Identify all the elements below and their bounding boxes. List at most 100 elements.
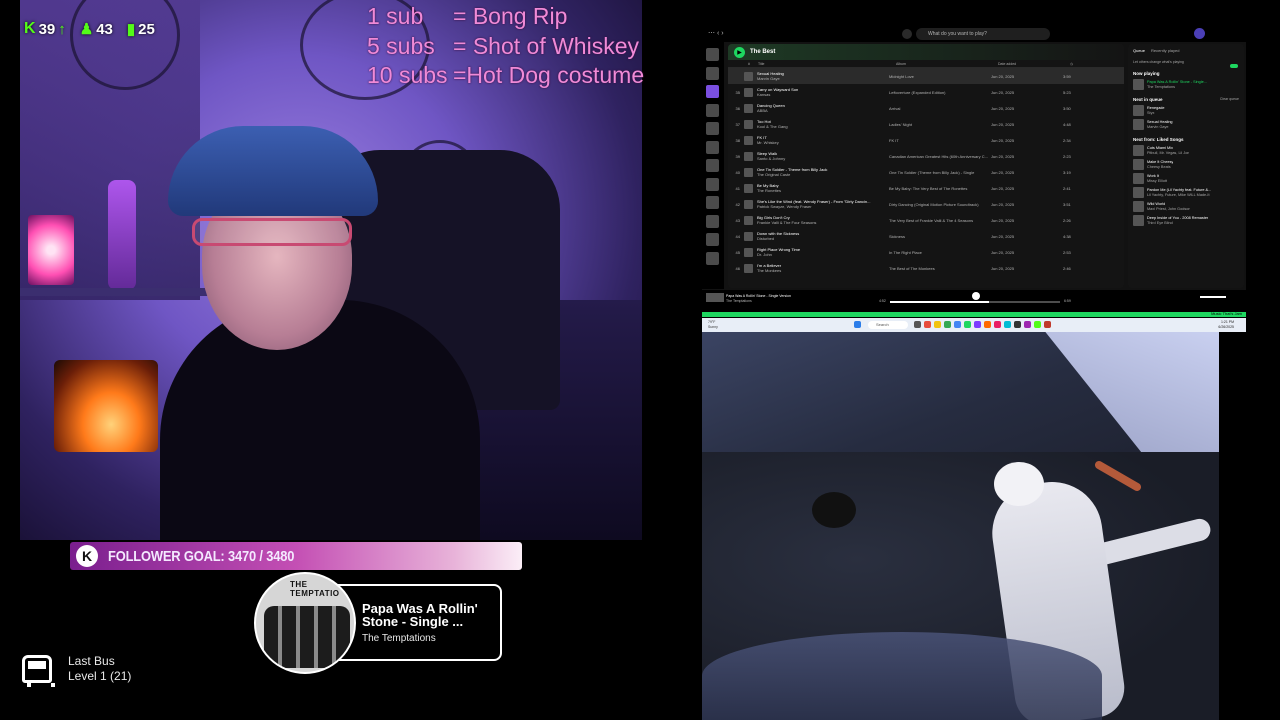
taskbar-app-icon[interactable] — [1004, 321, 1011, 328]
track-album: Canadian American Greatest Hits (60th An… — [889, 153, 988, 159]
queue-item[interactable]: Renegade Styx — [1133, 105, 1239, 116]
player-artist: The Temptations — [726, 299, 752, 303]
taskbar-app-icon[interactable] — [1044, 321, 1051, 328]
track-art — [744, 183, 753, 193]
library-tile[interactable] — [706, 66, 719, 80]
library-tile[interactable] — [706, 122, 719, 135]
track-row[interactable]: 45 Right Place Wrong Time Dr. John In The R… — [728, 244, 1124, 260]
queue-next-list: Renegade Styx Sexual Healing Marvin Gaye — [1133, 105, 1239, 130]
tab-queue[interactable]: Queue — [1133, 48, 1145, 53]
player-art — [706, 293, 724, 302]
track-duration: 4:38 — [1063, 233, 1071, 239]
taskbar-app-icon[interactable] — [914, 321, 921, 328]
taskbar-clock[interactable]: 1:21 PM 6/26/2025 — [1218, 320, 1234, 329]
track-row[interactable]: 37 Too Hot Kool & The Gang Ladies' Night Jun… — [728, 116, 1124, 132]
track-row[interactable]: 40 One Tin Soldier - Theme from Billy Jac… — [728, 164, 1124, 180]
autoplay-toggle[interactable] — [1230, 64, 1238, 68]
track-duration: 2:26 — [1063, 217, 1071, 223]
library-tile[interactable] — [706, 214, 719, 228]
col-album: Album — [896, 61, 906, 66]
track-duration: 2:53 — [1063, 249, 1071, 255]
track-row[interactable]: 42 She's Like the Wind (feat. Wendy Frase… — [728, 196, 1124, 212]
queue-item[interactable]: Cuts Miami Mix Pitbull, Mr. Vegas, Lil Jo… — [1133, 145, 1239, 156]
viewers-stat: ▮ 25 — [127, 20, 155, 39]
weather-widget[interactable]: 79°F Sunny — [708, 320, 718, 329]
library-tile[interactable] — [706, 103, 719, 117]
taskbar-app-icon[interactable] — [924, 321, 931, 328]
follower-goal-bar: K FOLLOWER GOAL: 3470 / 3480 — [70, 542, 522, 570]
library-tile[interactable] — [706, 159, 719, 172]
track-date: Jun 20, 2025 — [991, 169, 1015, 175]
taskbar-app-icon[interactable] — [1014, 321, 1021, 328]
taskbar-app-icon[interactable] — [944, 321, 951, 328]
queue-now-item[interactable]: Papa Was A Rollin' Stone - Single... The … — [1133, 79, 1239, 90]
track-number: 37 — [735, 121, 740, 127]
track-duration: 3:51 — [1063, 201, 1071, 207]
home-icon[interactable] — [902, 29, 912, 39]
player-total: 6:59 — [1064, 299, 1071, 303]
windows-start-icon[interactable] — [854, 321, 861, 328]
track-row[interactable]: 36 Dancing Queen ABBA Arrival Jun 20, 2025 3:… — [728, 100, 1124, 116]
track-row[interactable]: 35 Carry on Wayward Son Kansas Leftoverture… — [728, 84, 1124, 100]
track-art — [744, 135, 753, 145]
track-art — [744, 231, 753, 241]
arrow-up-icon: ↑ — [58, 20, 66, 38]
taskbar-search[interactable]: Search — [868, 321, 908, 329]
track-artist: Kool & The Gang — [757, 124, 788, 129]
queue-item[interactable]: Make It Cheesy Cheesy Beats — [1133, 159, 1239, 170]
taskbar-app-icon[interactable] — [994, 321, 1001, 328]
library-tile[interactable] — [706, 233, 719, 246]
queue-item[interactable]: Work It Missy Elliott — [1133, 173, 1239, 184]
volume-slider[interactable] — [1200, 296, 1226, 298]
tab-recently-played[interactable]: Recently played — [1151, 48, 1179, 53]
kick-logo-icon: K — [76, 545, 98, 567]
library-tile[interactable] — [706, 196, 719, 209]
taskbar-app-icon[interactable] — [984, 321, 991, 328]
queue-item-art — [1133, 215, 1144, 226]
library-tile[interactable] — [706, 251, 719, 265]
track-row[interactable]: 44 Down with the Sickness Disturbed Sicknes… — [728, 228, 1124, 244]
progress-bar[interactable] — [890, 301, 1060, 303]
taskbar-app-icon[interactable] — [934, 321, 941, 328]
track-row[interactable]: 38 FK IT Mr. Whiskey FK IT Jun 20, 2025 2:34 — [728, 132, 1124, 148]
clock-date: 6/26/2025 — [1218, 324, 1234, 329]
taskbar-app-icon[interactable] — [964, 321, 971, 328]
queue-item[interactable]: Deep Inside of You - 2008 Remaster Third … — [1133, 215, 1239, 226]
clear-queue-button[interactable]: Clear queue — [1220, 97, 1239, 102]
track-title: Carry on Wayward Son — [757, 87, 799, 92]
taskbar-app-icon[interactable] — [1034, 321, 1041, 328]
library-tile[interactable] — [706, 85, 719, 98]
queue-item[interactable]: Sexual Healing Marvin Gaye — [1133, 119, 1239, 130]
player-elapsed: 4:52 — [879, 299, 886, 303]
towel — [702, 632, 1102, 720]
more-options-icon[interactable]: ⋯ ‹ › — [708, 29, 724, 37]
taskbar-app-icon[interactable] — [974, 321, 981, 328]
library-tile[interactable] — [706, 177, 719, 191]
queue-item-title: Renegade — [1147, 106, 1165, 110]
dog-head — [994, 462, 1044, 506]
track-artist: Dr. John — [757, 252, 772, 257]
taskbar-app-icon[interactable] — [954, 321, 961, 328]
track-row[interactable]: 43 Big Girls Don't Cry Frankie Valli & The… — [728, 212, 1124, 228]
track-date: Jun 20, 2025 — [991, 201, 1015, 207]
queue-item[interactable]: Pardon Me (Lil Yachty feat. Future &... L… — [1133, 187, 1239, 198]
track-row[interactable]: 46 I'm a Believer The Monkees The Best of T… — [728, 260, 1124, 276]
cap — [168, 126, 378, 216]
sub-goal-row: 10 subs =Hot Dog costume — [367, 61, 644, 91]
pause-icon[interactable] — [972, 292, 980, 300]
glasses — [192, 218, 352, 246]
track-row[interactable]: 39 Sleep Walk Santo & Johnny Canadian Ameri… — [728, 148, 1124, 164]
track-row[interactable]: 41 Be My Baby The Ronettes Be My Baby: The … — [728, 180, 1124, 196]
track-row[interactable]: Sexual Healing Marvin Gaye Midnight Love Ju… — [728, 68, 1124, 84]
track-artist: Kansas — [757, 92, 771, 97]
avatar[interactable] — [1194, 28, 1205, 39]
playlist-view: ▶ The Best # Title Album Date added ◷ Se… — [728, 44, 1124, 288]
track-album: Arrival — [889, 105, 901, 111]
queue-item[interactable]: Wild World Maxi Priest, John Godson — [1133, 201, 1239, 212]
taskbar-app-icon[interactable] — [1024, 321, 1031, 328]
library-tile[interactable] — [706, 48, 719, 61]
track-number: 44 — [735, 233, 740, 239]
library-tile[interactable] — [706, 140, 719, 154]
search-input[interactable]: What do you want to play? — [916, 28, 1050, 40]
play-icon[interactable]: ▶ — [734, 46, 745, 58]
